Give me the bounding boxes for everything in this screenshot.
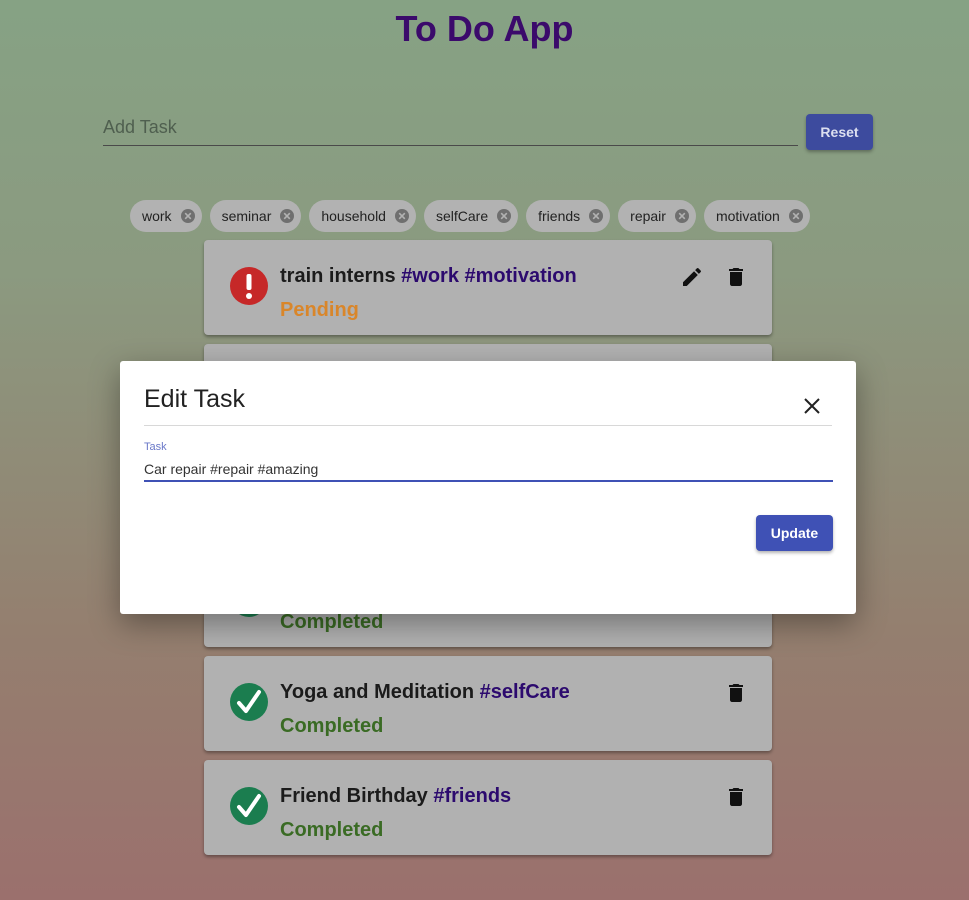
close-icon[interactable] [802,396,822,416]
todo-app: To Do App Reset work seminar household s… [0,0,969,900]
task-field-input[interactable] [144,457,833,482]
edit-task-dialog: Edit Task Task Update [120,361,856,614]
task-field-label: Task [144,441,167,453]
dialog-title: Edit Task [144,385,245,413]
update-button[interactable]: Update [756,515,833,551]
dialog-divider [144,425,832,426]
